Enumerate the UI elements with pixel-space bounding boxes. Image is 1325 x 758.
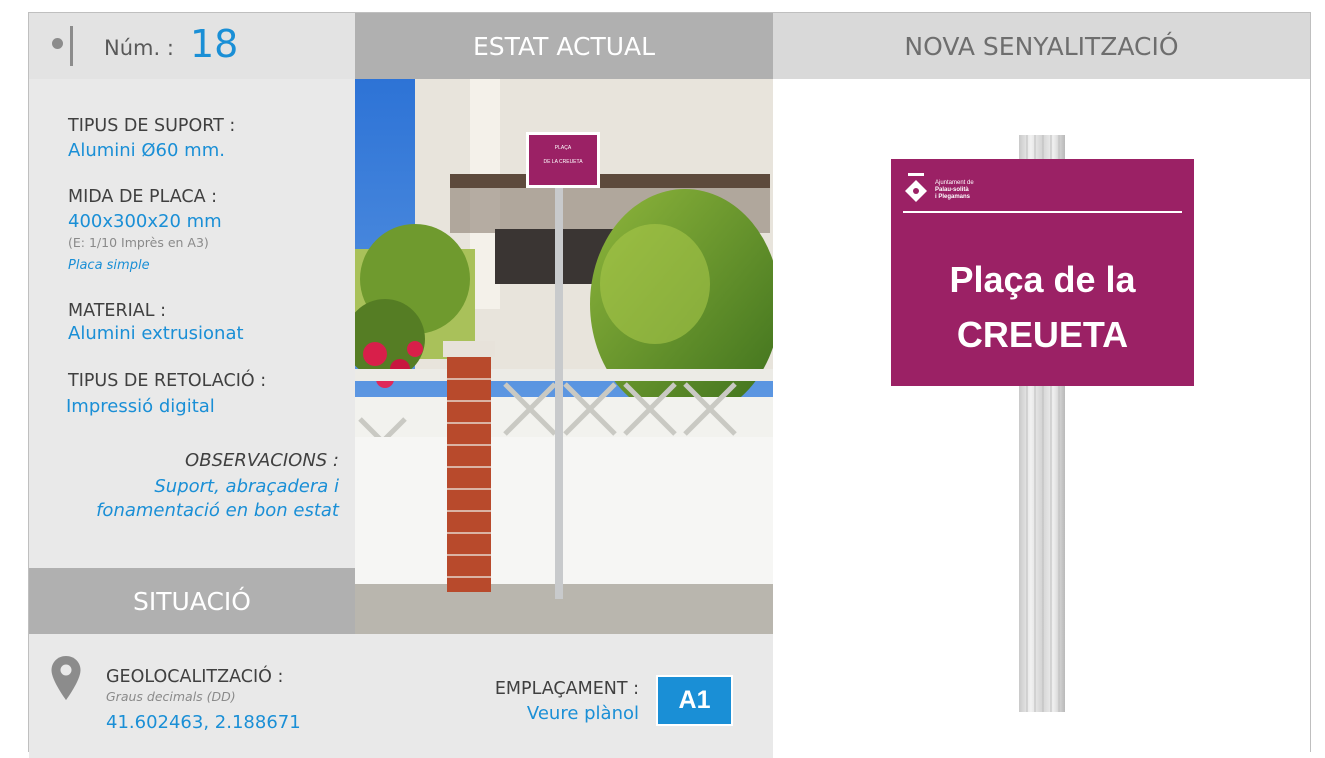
mida-note: (E: 1/10 Imprès en A3) (68, 235, 209, 250)
observacions-line-1: Suport, abraçadera i (154, 476, 339, 497)
material-label: MATERIAL : (68, 301, 166, 321)
logo-line-2: Palau-solità (935, 187, 969, 193)
number-label: Núm. : (104, 36, 174, 60)
header-nova-senyalitzacio: NOVA SENYALITZACIÓ (773, 13, 1310, 79)
bullet-dot-icon (52, 38, 63, 49)
suport-label: TIPUS DE SUPORT : (68, 116, 236, 136)
logo-line-3: i Plegamans (935, 194, 971, 200)
sign-divider (903, 211, 1182, 213)
new-sign-text: Plaça de la CREUETA (891, 252, 1194, 362)
current-state-photo: PLAÇA DE LA CREUETA (355, 79, 773, 634)
location-pin-icon (51, 656, 81, 700)
observacions-label: OBSERVACIONS : (185, 450, 339, 471)
town-crest-icon (905, 173, 927, 202)
new-sign-line-2: CREUETA (956, 314, 1129, 355)
new-sign-line-1: Plaça de la (949, 259, 1136, 300)
plan-link[interactable]: Veure plànol (527, 703, 639, 724)
logo-line-1: Ajuntament de (935, 180, 974, 186)
mida-value: 400x300x20 mm (68, 211, 222, 232)
divider-bar (70, 26, 73, 66)
geolocalitzacio-value: 41.602463, 2.188671 (106, 712, 301, 733)
mida-type: Placa simple (68, 258, 150, 273)
header-estat-actual: ESTAT ACTUAL (355, 13, 773, 79)
emplacament-code-badge[interactable]: A1 (656, 675, 733, 726)
material-value: Alumini extrusionat (68, 323, 244, 344)
number-value: 18 (190, 22, 239, 66)
geolocalitzacio-label: GEOLOCALITZACIÓ : (106, 667, 284, 687)
observacions-line-2: fonamentació en bon estat (96, 500, 339, 521)
retolacio-value: Impressió digital (66, 396, 215, 417)
mida-label: MIDA DE PLACA : (68, 187, 218, 207)
situacio-header: SITUACIÓ (29, 568, 355, 634)
photo-sign-line-2: DE LA CREUETA (543, 159, 583, 165)
suport-value: Alumini Ø60 mm. (68, 140, 225, 161)
photo-sign-line-1: PLAÇA (554, 145, 572, 151)
geolocalitzacio-format: Graus decimals (DD) (106, 689, 236, 704)
emplacament-label: EMPLAÇAMENT : (494, 679, 639, 699)
retolacio-label: TIPUS DE RETOLACIÓ : (68, 371, 267, 391)
